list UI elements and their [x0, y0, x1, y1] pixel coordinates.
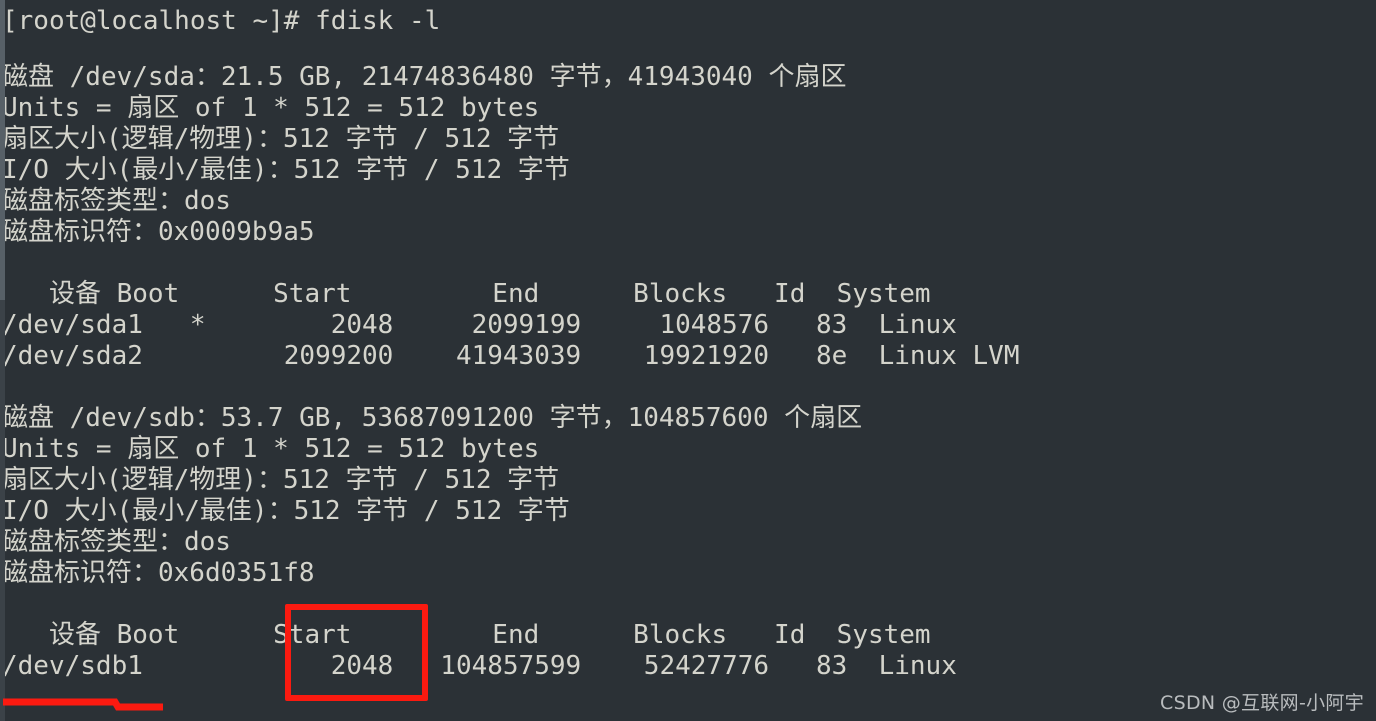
underline-annotation-sdb1 — [3, 698, 163, 711]
disk-sdb-identifier: 磁盘标识符：0x6d0351f8 — [2, 558, 315, 588]
terminal-output: [root@localhost ~]# fdisk -l 磁盘 /dev/sda… — [0, 0, 1376, 721]
disk-sdb-sector-size: 扇区大小(逻辑/物理)：512 字节 / 512 字节 — [2, 465, 560, 495]
prompt-line: [root@localhost ~]# fdisk -l — [2, 6, 441, 36]
watermark: CSDN @互联网-小阿宇 — [1160, 692, 1364, 714]
disk-sda-io-size: I/O 大小(最小/最佳)：512 字节 / 512 字节 — [2, 155, 570, 185]
scrollbar-thumb[interactable] — [0, 0, 5, 300]
table-row: /dev/sda1 * 2048 2099199 1048576 83 Linu… — [2, 310, 957, 340]
disk-sdb-label-type: 磁盘标签类型：dos — [2, 527, 231, 557]
disk-sdb-units: Units = 扇区 of 1 * 512 = 512 bytes — [2, 434, 540, 464]
disk-sda-summary: 磁盘 /dev/sda：21.5 GB, 21474836480 字节，4194… — [2, 62, 847, 92]
disk-sda-label-type: 磁盘标签类型：dos — [2, 186, 231, 216]
disk-sdb-summary: 磁盘 /dev/sdb：53.7 GB, 53687091200 字节，1048… — [2, 403, 863, 433]
table-row: /dev/sda2 2099200 41943039 19921920 8e L… — [2, 341, 1020, 371]
sdb-table-header: 设备 Boot Start End Blocks Id System — [2, 620, 931, 650]
table-row: /dev/sdb1 2048 104857599 52427776 83 Lin… — [2, 651, 957, 681]
disk-sda-sector-size: 扇区大小(逻辑/物理)：512 字节 / 512 字节 — [2, 124, 560, 154]
terminal-window: [root@localhost ~]# fdisk -l 磁盘 /dev/sda… — [0, 0, 1376, 721]
scrollbar[interactable] — [0, 0, 5, 721]
disk-sda-identifier: 磁盘标识符：0x0009b9a5 — [2, 217, 315, 247]
disk-sdb-io-size: I/O 大小(最小/最佳)：512 字节 / 512 字节 — [2, 496, 570, 526]
sda-table-header: 设备 Boot Start End Blocks Id System — [2, 279, 931, 309]
disk-sda-units: Units = 扇区 of 1 * 512 = 512 bytes — [2, 93, 540, 123]
